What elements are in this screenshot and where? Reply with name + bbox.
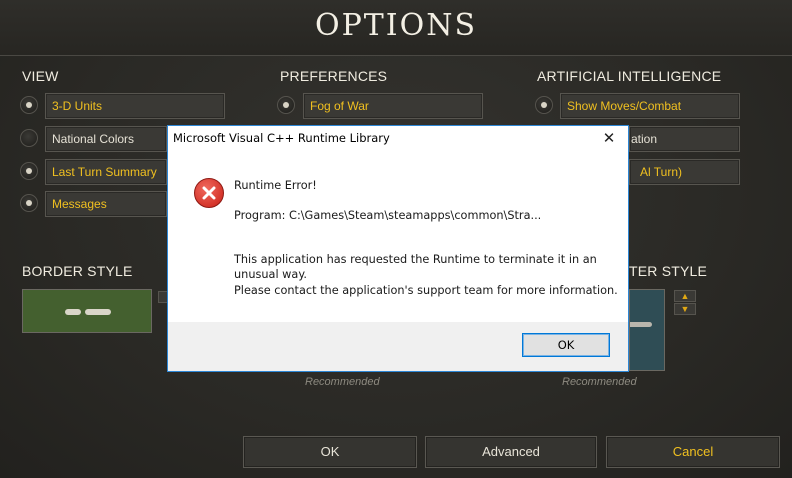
close-icon[interactable]: ✕ <box>598 128 620 148</box>
error-heading: Runtime Error! <box>234 179 317 192</box>
options-title-bar: OPTIONS <box>0 0 792 56</box>
show-moves-radio[interactable] <box>535 96 553 114</box>
border-dash <box>65 309 81 315</box>
error-program-path: Program: C:\Games\Steam\steamapps\common… <box>234 209 542 222</box>
preferences-section-header: PREFERENCES <box>280 68 388 84</box>
fog-of-war-radio[interactable] <box>277 96 295 114</box>
ai-section-header: ARTIFICIAL INTELLIGENCE <box>537 68 722 84</box>
dialog-ok-button[interactable]: OK <box>522 333 610 357</box>
error-message-line: This application has requested the Runti… <box>234 253 597 266</box>
view-messages-option[interactable]: Messages <box>45 191 167 217</box>
dialog-footer: OK <box>168 322 628 371</box>
recommended-label: Recommended <box>305 376 380 388</box>
show-moves-combat-option[interactable]: Show Moves/Combat <box>560 93 740 119</box>
border-style-preview[interactable] <box>22 289 152 333</box>
recommended-label: Recommended <box>562 376 637 388</box>
ai-option-3[interactable]: Al Turn) <box>629 159 740 185</box>
view-national-colors-option[interactable]: National Colors <box>45 126 167 152</box>
view-national-colors-radio[interactable] <box>20 129 38 147</box>
counter-style-preview[interactable] <box>629 289 665 371</box>
view-3d-units-option[interactable]: 3-D Units <box>45 93 225 119</box>
fog-of-war-option[interactable]: Fog of War <box>303 93 483 119</box>
runtime-error-dialog: Microsoft Visual C++ Runtime Library ✕ R… <box>167 125 629 372</box>
dialog-title: Microsoft Visual C++ Runtime Library <box>173 131 390 145</box>
error-message-line: Please contact the application's support… <box>234 284 618 297</box>
advanced-button[interactable]: Advanced <box>425 436 597 468</box>
cancel-button[interactable]: Cancel <box>606 436 780 468</box>
ai-option-2[interactable]: ation <box>629 126 740 152</box>
view-last-turn-summary-option[interactable]: Last Turn Summary <box>45 159 167 185</box>
border-style-header: BORDER STYLE <box>22 263 133 279</box>
error-message-line: unusual way. <box>234 268 308 281</box>
counter-style-header: TER STYLE <box>629 263 708 279</box>
view-3d-units-radio[interactable] <box>20 96 38 114</box>
ok-button[interactable]: OK <box>243 436 417 468</box>
page-title: OPTIONS <box>314 8 478 43</box>
counter-style-down-button[interactable]: ▼ <box>674 303 696 315</box>
view-messages-radio[interactable] <box>20 194 38 212</box>
counter-style-up-button[interactable]: ▲ <box>674 290 696 302</box>
view-section-header: VIEW <box>22 68 59 84</box>
border-dash <box>85 309 111 315</box>
view-last-turn-summary-radio[interactable] <box>20 162 38 180</box>
ship-icon <box>630 322 652 327</box>
error-icon <box>194 178 224 208</box>
